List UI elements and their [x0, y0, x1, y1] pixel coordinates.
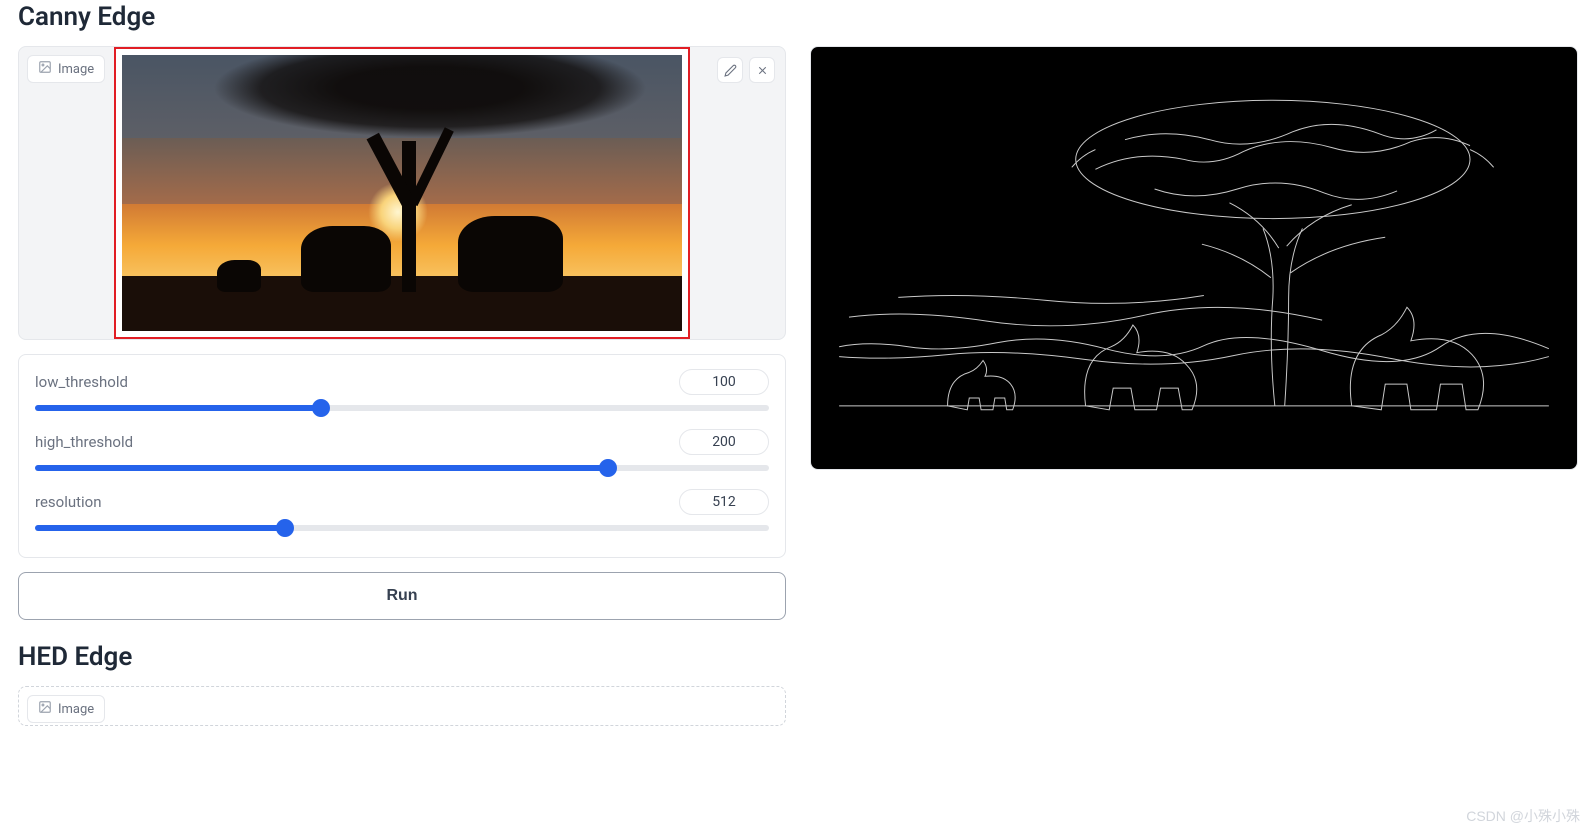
image-badge: Image [27, 55, 105, 83]
clear-image-button[interactable] [749, 57, 775, 83]
image-badge: Image [27, 695, 105, 723]
image-badge-label: Image [58, 62, 94, 77]
close-icon [756, 64, 769, 77]
slider-thumb[interactable] [599, 459, 617, 477]
input-image-panel[interactable]: Image [18, 46, 786, 340]
slider-thumb[interactable] [312, 399, 330, 417]
output-image-panel [810, 46, 1578, 470]
sliders-panel: low_threshold 100 high_threshold 200 [18, 354, 786, 558]
pencil-icon [724, 64, 737, 77]
slider-label: high_threshold [35, 433, 133, 451]
section-title-hed: HED Edge [18, 642, 1578, 672]
slider-track[interactable] [35, 465, 769, 471]
slider-resolution: resolution 512 [35, 489, 769, 531]
watermark: CSDN @小殊小殊 [1466, 806, 1580, 826]
output-edge-image [815, 51, 1573, 465]
slider-value-input[interactable]: 100 [679, 369, 769, 395]
slider-track[interactable] [35, 405, 769, 411]
slider-value-input[interactable]: 512 [679, 489, 769, 515]
slider-high-threshold: high_threshold 200 [35, 429, 769, 471]
image-icon [38, 60, 52, 78]
image-icon [38, 700, 52, 718]
slider-thumb[interactable] [276, 519, 294, 537]
hed-input-image-panel[interactable]: Image [18, 686, 786, 726]
image-badge-label: Image [58, 702, 94, 717]
slider-label: resolution [35, 493, 102, 511]
slider-value-input[interactable]: 200 [679, 429, 769, 455]
uploaded-image [122, 55, 682, 331]
slider-low-threshold: low_threshold 100 [35, 369, 769, 411]
section-title-canny: Canny Edge [18, 2, 1578, 32]
edit-image-button[interactable] [717, 57, 743, 83]
slider-label: low_threshold [35, 373, 128, 391]
uploaded-image-highlight [114, 47, 690, 339]
run-button[interactable]: Run [18, 572, 786, 620]
slider-track[interactable] [35, 525, 769, 531]
